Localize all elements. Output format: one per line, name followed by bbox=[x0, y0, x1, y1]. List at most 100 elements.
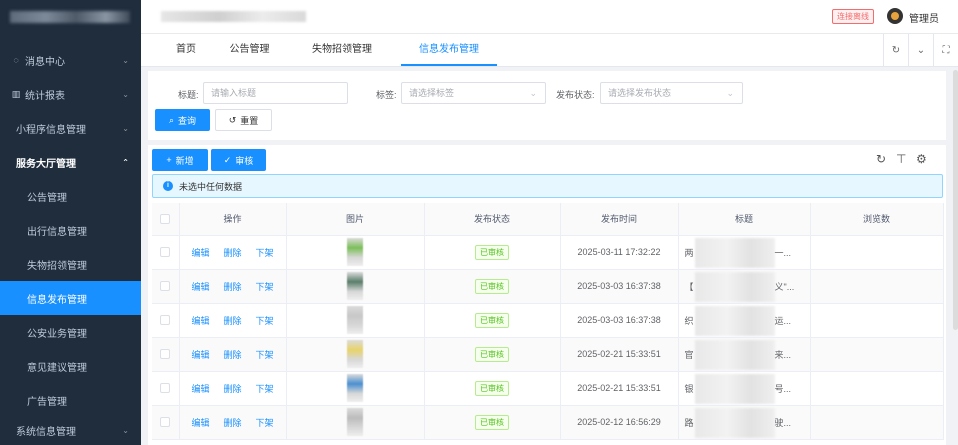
row-checkbox[interactable] bbox=[152, 303, 180, 338]
row-views bbox=[810, 337, 944, 372]
row-image[interactable] bbox=[286, 269, 425, 304]
thumbnail[interactable] bbox=[347, 238, 363, 266]
row-image[interactable] bbox=[286, 337, 425, 372]
plus-icon: + bbox=[166, 155, 172, 165]
row-image[interactable] bbox=[286, 405, 425, 440]
sidebar-item-announcement[interactable]: 公告管理 bbox=[0, 179, 141, 213]
offline-link[interactable]: 下架 bbox=[256, 350, 274, 360]
offline-link[interactable]: 下架 bbox=[256, 418, 274, 428]
offline-link[interactable]: 下架 bbox=[256, 248, 274, 258]
delete-link[interactable]: 删除 bbox=[223, 248, 241, 258]
menu-message-center[interactable]: ◌ 消息中心 ⌄ bbox=[0, 43, 141, 77]
thumbnail[interactable] bbox=[347, 306, 363, 334]
sub-item-label: 公告管理 bbox=[27, 192, 67, 204]
delete-link[interactable]: 删除 bbox=[223, 384, 241, 394]
tab-announcement[interactable]: 公告管理 bbox=[227, 34, 272, 66]
edit-link[interactable]: 编辑 bbox=[191, 282, 209, 292]
tab-info-publish[interactable]: 信息发布管理 bbox=[401, 34, 497, 66]
query-button[interactable]: ⌕ 查询 bbox=[155, 109, 210, 131]
title-redacted bbox=[694, 271, 775, 302]
sub-item-label: 信息发布管理 bbox=[27, 294, 87, 306]
tab-lost-found[interactable]: 失物招领管理 bbox=[309, 34, 375, 66]
row-title: 织 运... bbox=[678, 303, 811, 338]
offline-link[interactable]: 下架 bbox=[256, 316, 274, 326]
status-badge: 连接离线 bbox=[832, 9, 874, 24]
row-views bbox=[810, 303, 944, 338]
sidebar-item-lost-found[interactable]: 失物招领管理 bbox=[0, 247, 141, 281]
column-height-icon[interactable]: ⊤ bbox=[896, 152, 906, 166]
add-button[interactable]: + 新增 bbox=[152, 149, 208, 171]
tab-home[interactable]: 首页 bbox=[168, 34, 204, 66]
edit-link[interactable]: 编辑 bbox=[191, 418, 209, 428]
avatar[interactable] bbox=[887, 8, 903, 24]
refresh-icon[interactable]: ↻ bbox=[883, 34, 908, 66]
menu-service-hall[interactable]: 服务大厅管理 ⌃ bbox=[0, 145, 141, 179]
column-header: 发布状态 bbox=[424, 203, 561, 236]
thumbnail[interactable] bbox=[347, 272, 363, 300]
chevron-up-icon: ⌃ bbox=[122, 157, 129, 167]
row-checkbox[interactable] bbox=[152, 337, 180, 372]
title-start: 官 bbox=[684, 349, 694, 360]
row-checkbox[interactable] bbox=[152, 371, 180, 406]
thumbnail[interactable] bbox=[347, 408, 363, 436]
refresh-icon[interactable]: ↻ bbox=[876, 152, 886, 166]
row-checkbox[interactable] bbox=[152, 405, 180, 440]
sidebar-item-police[interactable]: 公安业务管理 bbox=[0, 315, 141, 349]
status-tag: 已审核 bbox=[475, 380, 509, 396]
sidebar-item-travel[interactable]: 出行信息管理 bbox=[0, 213, 141, 247]
edit-link[interactable]: 编辑 bbox=[191, 316, 209, 326]
sub-item-label: 广告管理 bbox=[27, 396, 67, 408]
thumbnail[interactable] bbox=[347, 340, 363, 368]
settings-icon[interactable]: ⚙ bbox=[916, 152, 927, 166]
query-label: 查询 bbox=[178, 115, 197, 126]
row-actions: 编辑 删除 下架 bbox=[179, 303, 287, 338]
sidebar-item-feedback[interactable]: 意见建议管理 bbox=[0, 349, 141, 383]
title-input[interactable]: 请输入标题 bbox=[203, 82, 348, 104]
menu-label: 小程序信息管理 bbox=[16, 124, 86, 136]
fullscreen-icon[interactable]: ⛶ bbox=[933, 34, 958, 66]
sidebar-item-ads[interactable]: 广告管理 bbox=[0, 383, 141, 417]
row-image[interactable] bbox=[286, 303, 425, 338]
reset-icon: ↺ bbox=[228, 114, 237, 125]
menu-miniprogram[interactable]: 小程序信息管理 ⌄ bbox=[0, 111, 141, 145]
menu-label: 消息中心 bbox=[25, 56, 65, 68]
sub-item-label: 失物招领管理 bbox=[27, 260, 87, 272]
delete-link[interactable]: 删除 bbox=[223, 316, 241, 326]
sidebar-item-info-publish[interactable]: 信息发布管理 bbox=[0, 281, 141, 315]
row-checkbox[interactable] bbox=[152, 269, 180, 304]
title-start: 两 bbox=[684, 247, 694, 258]
username[interactable]: 管理员 bbox=[909, 10, 939, 25]
title-redacted bbox=[694, 407, 775, 438]
title-redacted bbox=[694, 373, 775, 404]
status-select[interactable]: 请选择发布状态 ⌄ bbox=[600, 82, 743, 104]
row-title: 银 号... bbox=[678, 371, 811, 406]
status-tag: 已审核 bbox=[475, 312, 509, 328]
delete-link[interactable]: 删除 bbox=[223, 418, 241, 428]
delete-link[interactable]: 删除 bbox=[223, 350, 241, 360]
row-checkbox[interactable] bbox=[152, 235, 180, 270]
row-image[interactable] bbox=[286, 371, 425, 406]
reset-button[interactable]: ↺ 重置 bbox=[215, 109, 272, 131]
chevron-down-icon[interactable]: ⌄ bbox=[908, 34, 933, 66]
search-card: 标题: 请输入标题 标签: 请选择标签 ⌄ 发布状态: 请选择发布状态 ⌄ ⌕ … bbox=[148, 71, 946, 140]
menu-statistics[interactable]: ▥ 统计报表 ⌄ bbox=[0, 77, 141, 111]
offline-link[interactable]: 下架 bbox=[256, 282, 274, 292]
tag-select[interactable]: 请选择标签 ⌄ bbox=[401, 82, 546, 104]
menu-label: 统计报表 bbox=[25, 90, 65, 102]
thumbnail[interactable] bbox=[347, 374, 363, 402]
offline-link[interactable]: 下架 bbox=[256, 384, 274, 394]
title-label: 标题: bbox=[178, 90, 199, 100]
edit-link[interactable]: 编辑 bbox=[191, 350, 209, 360]
delete-link[interactable]: 删除 bbox=[223, 282, 241, 292]
column-header: 标题 bbox=[678, 203, 811, 236]
edit-link[interactable]: 编辑 bbox=[191, 384, 209, 394]
column-header: 发布时间 bbox=[560, 203, 679, 236]
sidebar: ◌ 消息中心 ⌄ ▥ 统计报表 ⌄ 小程序信息管理 ⌄ 服务大厅管理 ⌃ 公告管… bbox=[0, 0, 141, 445]
scrollbar[interactable] bbox=[953, 70, 958, 330]
edit-link[interactable]: 编辑 bbox=[191, 248, 209, 258]
row-image[interactable] bbox=[286, 235, 425, 270]
audit-button[interactable]: ✓ 审核 bbox=[211, 149, 266, 171]
menu-system-info[interactable]: 系统信息管理 ⌄ bbox=[0, 416, 141, 445]
select-all-checkbox[interactable] bbox=[152, 203, 180, 236]
status-tag: 已审核 bbox=[475, 346, 509, 362]
